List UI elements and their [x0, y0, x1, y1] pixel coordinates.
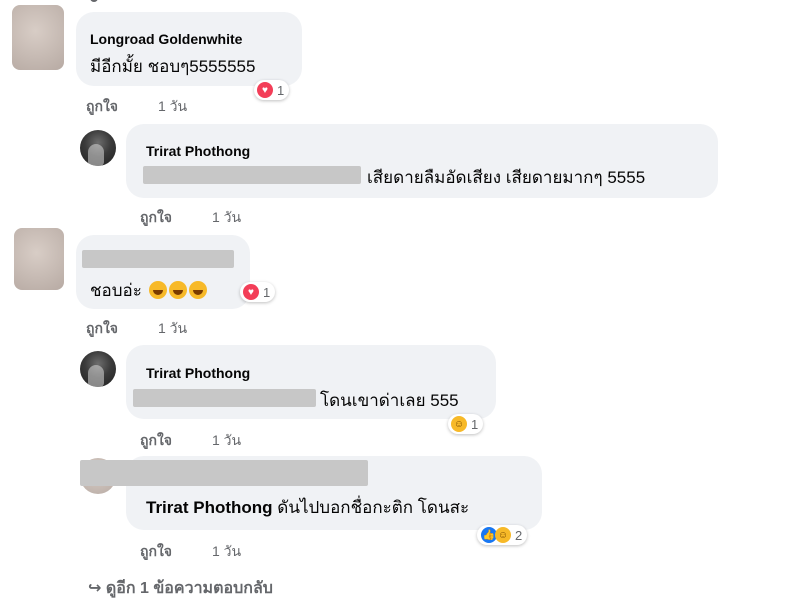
comment-text-content: ดันไปบอกชื่อกะติก โดนสะ — [277, 498, 470, 517]
timestamp[interactable]: 1 วัน — [212, 207, 241, 229]
timestamp[interactable]: 1 วัน — [158, 318, 187, 340]
rofl-emoji-icon — [188, 281, 207, 299]
comment-author[interactable]: Longroad Goldenwhite — [90, 31, 242, 47]
avatar[interactable] — [80, 130, 116, 166]
like-link[interactable]: ถูกใจ — [86, 96, 118, 118]
comment-text: ชอบอ่ะ — [90, 277, 207, 304]
timestamp[interactable]: 1 วัน — [212, 541, 241, 563]
rofl-emoji-icon — [168, 281, 187, 299]
tagged-user[interactable]: Trirat Phothong — [146, 498, 273, 517]
comment-text: โดนเขาด่าเลย 555 — [320, 391, 459, 410]
reaction-count: 1 — [277, 82, 285, 98]
heart-icon: ♥ — [243, 284, 259, 300]
reaction-count: 1 — [263, 284, 271, 300]
heart-icon: ♥ — [257, 82, 273, 98]
like-link[interactable]: ถูกใจ — [140, 541, 172, 563]
comment-text: Trirat Phothong ดันไปบอกชื่อกะติก โดนสะ — [146, 494, 469, 521]
like-link[interactable]: ถูกใจ — [86, 318, 118, 340]
reaction-badge[interactable]: ♥ 1 — [254, 80, 290, 100]
comment-text-content: ชอบอ่ะ — [90, 281, 142, 300]
avatar[interactable] — [80, 351, 116, 387]
cropped-reply-arrow — [90, 0, 98, 2]
comment-author[interactable]: Trirat Phothong — [146, 143, 250, 159]
reaction-count: 1 — [471, 416, 479, 432]
redacted-name — [82, 250, 234, 268]
like-link[interactable]: ถูกใจ — [140, 430, 172, 452]
reaction-count: 2 — [515, 527, 523, 543]
comment-text: มีอีกมั้ย ชอบๆ5555555 — [90, 57, 256, 76]
redacted-text — [143, 166, 361, 184]
redacted-text — [133, 389, 316, 407]
avatar[interactable] — [12, 5, 64, 70]
view-more-replies-label: ดูอีก 1 ข้อความตอบกลับ — [105, 580, 273, 597]
view-more-replies-link[interactable]: ↪ ดูอีก 1 ข้อความตอบกลับ — [88, 576, 273, 601]
timestamp[interactable]: 1 วัน — [158, 96, 187, 118]
like-link[interactable]: ถูกใจ — [140, 207, 172, 229]
avatar[interactable] — [14, 228, 64, 290]
comment-text: เสียดายลืมอัดเสียง เสียดายมากๆ 5555 — [367, 168, 646, 187]
reply-arrow-icon: ↪ — [88, 580, 102, 597]
reaction-badge[interactable]: ♥ 1 — [240, 282, 276, 302]
reaction-badge[interactable]: 👍 ☺ 2 — [477, 525, 528, 545]
redacted-name — [80, 460, 368, 486]
haha-icon: ☺ — [451, 416, 467, 432]
haha-icon: ☺ — [495, 527, 511, 543]
timestamp[interactable]: 1 วัน — [212, 430, 241, 452]
rofl-emoji-icon — [148, 281, 167, 299]
reaction-badge[interactable]: ☺ 1 — [448, 414, 484, 434]
comment-author[interactable]: Trirat Phothong — [146, 365, 250, 381]
